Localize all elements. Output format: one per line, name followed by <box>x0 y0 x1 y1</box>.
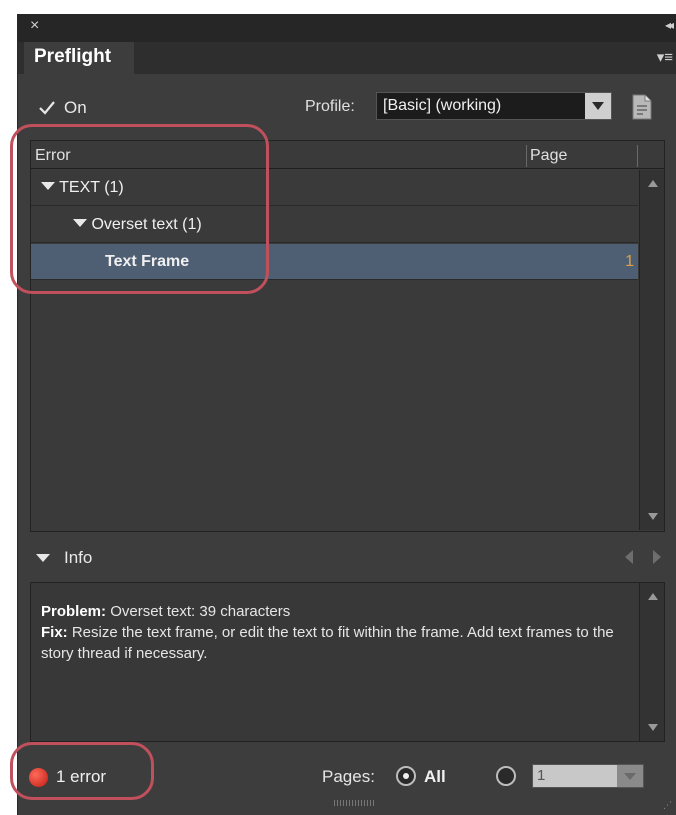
info-toggle[interactable]: Info <box>36 548 92 568</box>
info-text: Problem: Overset text: 39 characters Fix… <box>41 601 631 664</box>
profile-dropdown[interactable]: [Basic] (working) <box>376 92 612 120</box>
resize-grip-icon[interactable]: ⋰ <box>663 800 672 811</box>
list-row-label: Overset text (1) <box>73 216 202 234</box>
list-row-label: TEXT (1) <box>41 179 124 197</box>
column-divider[interactable] <box>637 145 638 167</box>
panel-titlebar: × ◂◂ <box>18 14 676 42</box>
chevron-down-icon[interactable] <box>585 93 611 119</box>
info-section-header: Info <box>30 542 665 574</box>
info-panel: Problem: Overset text: 39 characters Fix… <box>30 582 665 742</box>
row-text: TEXT (1) <box>59 179 124 196</box>
scroll-up-icon[interactable] <box>648 593 658 600</box>
close-icon[interactable]: × <box>30 17 39 35</box>
disclosure-triangle-icon[interactable] <box>41 181 55 191</box>
scroll-down-icon[interactable] <box>648 513 658 520</box>
preflight-on-toggle[interactable]: On <box>36 94 87 122</box>
pages-all-label: All <box>424 767 446 786</box>
info-nav <box>625 550 661 564</box>
error-status-icon <box>29 768 48 787</box>
list-row-text-frame[interactable]: Text Frame 1 <box>31 244 638 280</box>
profile-value: [Basic] (working) <box>383 97 502 114</box>
column-divider[interactable] <box>526 145 527 167</box>
problem-text: Overset text: 39 characters <box>110 603 291 620</box>
fix-text: Resize the text frame, or edit the text … <box>41 624 614 662</box>
info-label: Info <box>64 548 93 567</box>
column-header-page[interactable]: Page <box>530 147 567 165</box>
disclosure-triangle-icon[interactable] <box>36 553 50 563</box>
page-range-dropdown[interactable]: 1 <box>532 764 644 788</box>
collapse-icon[interactable]: ◂◂ <box>665 18 674 32</box>
checkmark-icon <box>39 101 55 115</box>
scroll-down-icon[interactable] <box>648 724 658 731</box>
pages-range-radio[interactable] <box>496 766 516 786</box>
info-scrollbar[interactable] <box>639 583 664 741</box>
preflight-panel: × ◂◂ Preflight ▾≡ On Profile: [Basic] (w… <box>17 14 676 815</box>
pages-label: Pages: <box>322 767 375 786</box>
list-scrollbar[interactable] <box>639 170 664 530</box>
next-icon[interactable] <box>653 550 661 564</box>
profile-label: Profile: <box>305 98 355 115</box>
disclosure-triangle-icon[interactable] <box>73 218 87 228</box>
list-row-overset[interactable]: Overset text (1) <box>31 207 638 243</box>
tab-strip: Preflight ▾≡ <box>18 42 676 74</box>
page-range-input[interactable]: 1 <box>533 765 617 787</box>
define-profiles-icon[interactable] <box>629 92 655 122</box>
previous-icon[interactable] <box>625 550 633 564</box>
row-text: Overset text (1) <box>91 216 202 233</box>
problem-label: Problem: <box>41 603 107 620</box>
chevron-down-icon[interactable] <box>617 772 643 781</box>
list-header: Error Page <box>31 141 664 169</box>
error-list: Error Page TEXT (1) Overset text (1) Tex… <box>30 140 665 532</box>
row-text: Text Frame <box>105 253 190 270</box>
pages-all-radio[interactable] <box>396 766 416 786</box>
panel-grip[interactable] <box>334 800 374 806</box>
scroll-up-icon[interactable] <box>648 180 658 187</box>
status-bar: 1 error Pages: All 1 <box>18 754 676 802</box>
tab-preflight[interactable]: Preflight <box>24 42 134 74</box>
panel-menu-icon[interactable]: ▾≡ <box>657 48 673 66</box>
list-row-text[interactable]: TEXT (1) <box>31 170 638 206</box>
on-label: On <box>64 98 87 117</box>
page-link[interactable]: 1 <box>625 253 634 271</box>
fix-label: Fix: <box>41 624 68 641</box>
error-count[interactable]: 1 error <box>56 767 106 787</box>
checkbox-on[interactable] <box>36 97 58 119</box>
column-header-error[interactable]: Error <box>35 147 71 165</box>
